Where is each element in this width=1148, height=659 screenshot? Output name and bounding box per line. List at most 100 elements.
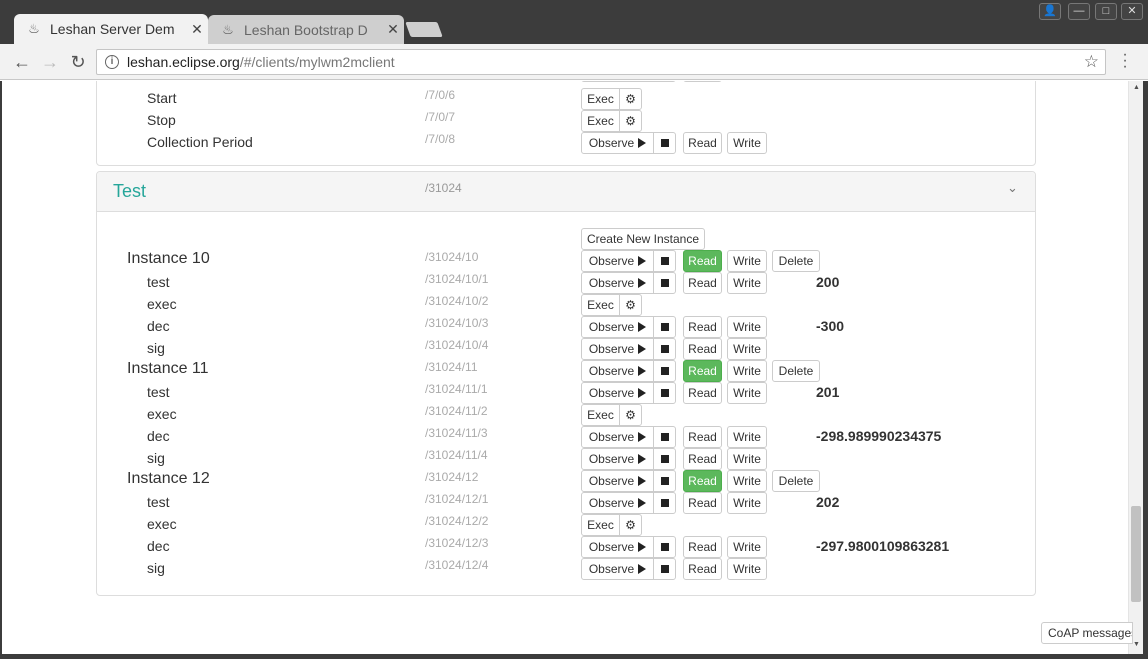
exec-button[interactable]: Exec [581,88,620,110]
panel-heading[interactable]: Test /31024 ⌄ [97,172,1035,212]
tab-leshan-bootstrap[interactable]: ♨ Leshan Bootstrap D ✕ [208,15,404,44]
observe-button[interactable]: Observe [581,558,654,580]
observe-button[interactable]: Observe [581,316,654,338]
user-icon[interactable]: 👤 [1039,3,1061,20]
bookmark-star-icon[interactable]: ☆ [1084,52,1099,72]
delete-button[interactable]: Delete [772,250,820,272]
tab-close-icon[interactable]: ✕ [186,21,208,38]
observe-button[interactable]: Observe [581,360,654,382]
observe-button[interactable]: Observe [581,470,654,492]
reload-icon[interactable]: ↻ [68,52,88,72]
create-instance-button[interactable]: Create New Instance [581,228,705,250]
vertical-scrollbar[interactable]: ▲ ▼ [1128,81,1143,654]
exec-settings-gear-icon[interactable]: ⚙ [619,514,642,536]
menu-icon[interactable]: · · · [1118,47,1132,75]
write-button[interactable]: Write [727,382,767,404]
resource-name: exec [147,516,177,532]
observe-button[interactable]: Observe [581,492,654,514]
read-button[interactable]: Read [683,470,722,492]
observe-button[interactable]: Observe [581,250,654,272]
resource-name: sig [147,340,165,356]
scrollbar-thumb[interactable] [1131,506,1141,602]
stop-observe-button[interactable] [653,360,676,382]
write-button[interactable]: Write [727,470,767,492]
observe-button[interactable]: Observe [581,448,654,470]
maximize-icon[interactable]: □ [1095,3,1117,20]
write-button[interactable]: Write [727,492,767,514]
stop-observe-button[interactable] [653,536,676,558]
minimize-icon[interactable]: — [1068,3,1090,20]
exec-button[interactable]: Exec [581,110,620,132]
read-button[interactable] [683,81,722,82]
play-icon [638,387,647,398]
read-button[interactable]: Read [683,558,722,580]
tab-leshan-server[interactable]: ♨ Leshan Server Dem ✕ [14,14,208,44]
observe-button-group: Observe [581,536,676,558]
read-button[interactable]: Read [683,338,722,360]
read-button[interactable]: Read [683,272,722,294]
exec-settings-gear-icon[interactable]: ⚙ [619,294,642,316]
stop-observe-button[interactable] [653,426,676,448]
observe-button[interactable]: Observe [581,536,654,558]
close-window-icon[interactable]: ✕ [1121,3,1143,20]
read-button[interactable]: Read [683,382,722,404]
new-tab-button[interactable] [405,22,443,37]
stop-observe-button[interactable] [653,558,676,580]
exec-button[interactable]: Exec [581,514,620,536]
write-button[interactable]: Write [727,316,767,338]
stop-observe-button[interactable] [653,492,676,514]
delete-button[interactable]: Delete [772,470,820,492]
delete-button[interactable]: Delete [772,360,820,382]
read-button[interactable]: Read [683,250,722,272]
write-button[interactable]: Write [727,448,767,470]
read-button[interactable]: Read [683,360,722,382]
observe-button[interactable]: Observe [581,132,654,154]
observe-button[interactable]: Observe [581,272,654,294]
stop-observe-button[interactable] [653,81,676,82]
browser-titlebar: ♨ Leshan Server Dem ✕ ♨ Leshan Bootstrap… [0,0,1148,44]
exec-settings-gear-icon[interactable]: ⚙ [619,404,642,426]
stop-icon [660,476,669,485]
write-button[interactable]: Write [727,426,767,448]
read-button[interactable]: Read [683,132,722,154]
exec-button[interactable]: Exec [581,404,620,426]
write-button[interactable]: Write [727,250,767,272]
stop-observe-button[interactable] [653,250,676,272]
scroll-up-arrow-icon[interactable]: ▲ [1133,84,1140,91]
observe-button[interactable]: Observe [581,338,654,360]
address-bar[interactable]: i leshan.eclipse.org/#/clients/mylwm2mcl… [96,49,1106,75]
scroll-down-arrow-icon[interactable]: ▼ [1133,641,1140,648]
read-button[interactable]: Read [683,536,722,558]
stop-observe-button[interactable] [653,448,676,470]
write-button[interactable]: Write [727,558,767,580]
read-button[interactable]: Read [683,492,722,514]
read-button[interactable]: Read [683,316,722,338]
resource-name: Collection Period [147,134,253,150]
write-button[interactable]: Write [727,272,767,294]
forward-icon[interactable]: → [40,52,60,72]
stop-observe-button[interactable] [653,316,676,338]
stop-observe-button[interactable] [653,382,676,404]
write-button[interactable]: Write [727,360,767,382]
chevron-down-icon[interactable]: ⌄ [1007,180,1018,196]
observe-button[interactable] [581,81,654,82]
tab-close-icon[interactable]: ✕ [382,21,404,38]
observe-button[interactable]: Observe [581,382,654,404]
read-button[interactable]: Read [683,448,722,470]
read-button[interactable]: Read [683,426,722,448]
info-icon[interactable]: i [105,55,119,69]
exec-settings-gear-icon[interactable]: ⚙ [619,88,642,110]
exec-button[interactable]: Exec [581,294,620,316]
stop-icon [660,138,669,147]
write-button[interactable]: Write [727,338,767,360]
exec-settings-gear-icon[interactable]: ⚙ [619,110,642,132]
write-button[interactable]: Write [727,132,767,154]
stop-observe-button[interactable] [653,338,676,360]
back-icon[interactable]: ← [12,52,32,72]
observe-button[interactable]: Observe [581,426,654,448]
stop-observe-button[interactable] [653,132,676,154]
stop-observe-button[interactable] [653,272,676,294]
stop-observe-button[interactable] [653,470,676,492]
write-button[interactable]: Write [727,536,767,558]
coap-messages-button[interactable]: CoAP messages [1041,622,1133,644]
